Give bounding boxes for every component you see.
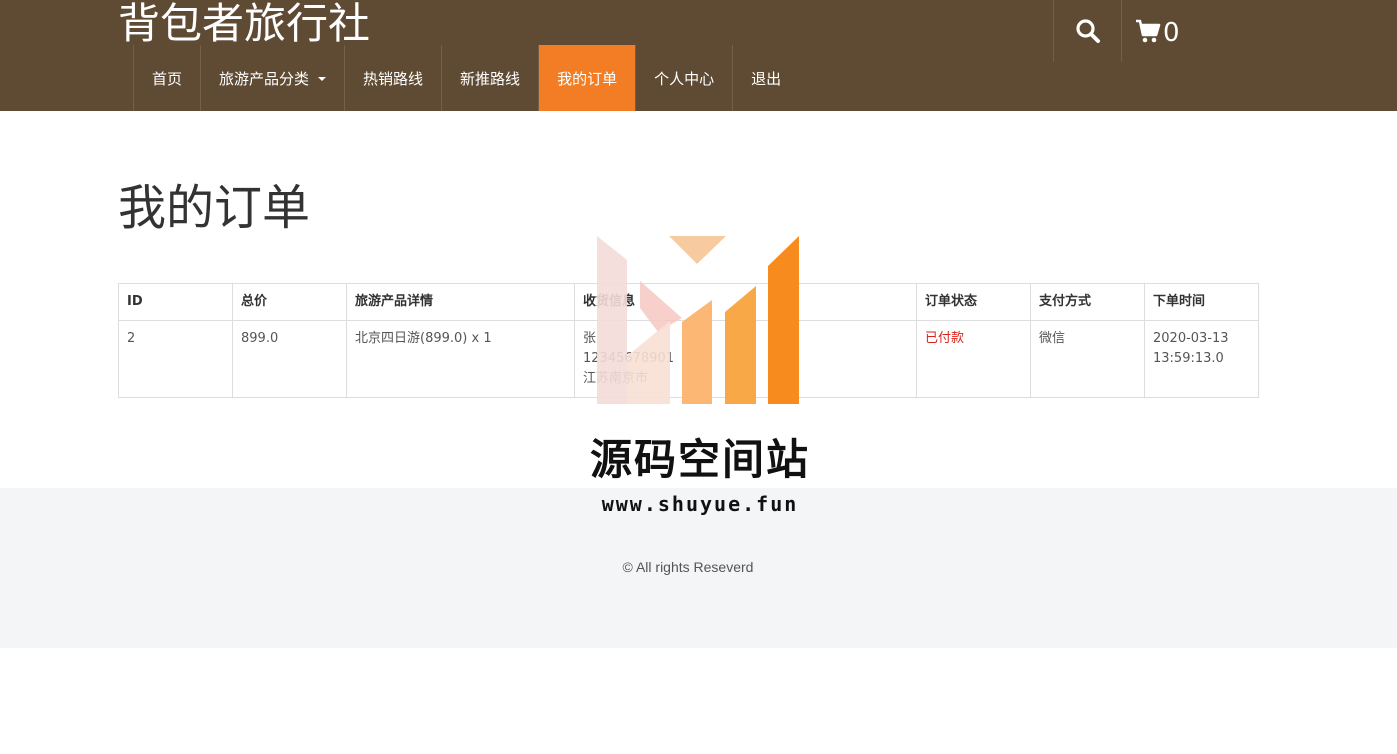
search-button[interactable] <box>1053 0 1121 62</box>
cart-button[interactable]: 0 <box>1121 0 1205 62</box>
receiver-phone: 12345678901 <box>583 351 674 366</box>
col-header-product: 旅游产品详情 <box>346 283 575 321</box>
order-clock: 13:59:13.0 <box>1153 351 1224 366</box>
page-footer: © All rights Reseverd <box>0 488 1397 648</box>
col-header-status: 订单状态 <box>916 283 1031 321</box>
nav-new-routes[interactable]: 新推路线 <box>441 45 538 111</box>
nav-logout[interactable]: 退出 <box>732 45 799 111</box>
nav-label: 首页 <box>152 69 183 88</box>
nav-label: 新推路线 <box>460 69 521 88</box>
order-product: 北京四日游(899.0) x 1 <box>346 320 575 398</box>
search-icon <box>1075 19 1100 43</box>
nav-label: 个人中心 <box>654 69 715 88</box>
top-header: 背包者旅行社 0 首页 旅游产品分类 热销路线 新推路线 我的订单 个人中心 退… <box>0 0 1397 111</box>
order-date: 2020-03-13 <box>1153 331 1229 346</box>
receiver-name: 张 <box>583 331 597 346</box>
shopping-cart-icon <box>1136 19 1161 43</box>
receiver-address: 江苏南京市 <box>583 371 649 386</box>
table-row: 2 899.0 北京四日游(899.0) x 1 张 12345678901 江… <box>118 320 1259 398</box>
order-receiver: 张 12345678901 江苏南京市 <box>574 320 917 398</box>
nav-home[interactable]: 首页 <box>133 45 200 111</box>
table-header-row: ID 总价 旅游产品详情 收货信息 订单状态 支付方式 下单时间 <box>118 283 1259 321</box>
order-payment: 微信 <box>1030 320 1145 398</box>
order-time: 2020-03-13 13:59:13.0 <box>1144 320 1259 398</box>
col-header-receiver: 收货信息 <box>574 283 917 321</box>
header-tools: 0 <box>1053 0 1205 62</box>
cart-count: 0 <box>1163 18 1180 48</box>
watermark-text: 源码空间站 <box>589 435 810 484</box>
order-id: 2 <box>118 320 233 398</box>
orders-table: ID 总价 旅游产品详情 收货信息 订单状态 支付方式 下单时间 2 899.0… <box>118 283 1259 398</box>
col-header-total: 总价 <box>232 283 347 321</box>
nav-label: 旅游产品分类 <box>219 69 310 88</box>
page-title: 我的订单 <box>118 180 311 236</box>
col-header-payment: 支付方式 <box>1030 283 1145 321</box>
copyright-text: © All rights Reseverd <box>622 559 754 575</box>
order-total: 899.0 <box>232 320 347 398</box>
nav-label: 热销路线 <box>363 69 424 88</box>
col-header-id: ID <box>118 283 233 321</box>
nav-my-orders[interactable]: 我的订单 <box>538 45 636 111</box>
caret-down-icon <box>318 77 327 81</box>
col-header-time: 下单时间 <box>1144 283 1259 321</box>
nav-product-category[interactable]: 旅游产品分类 <box>200 45 344 111</box>
nav-user-center[interactable]: 个人中心 <box>635 45 732 111</box>
nav-label: 退出 <box>751 69 782 88</box>
main-nav: 首页 旅游产品分类 热销路线 新推路线 我的订单 个人中心 退出 <box>133 45 799 111</box>
order-status: 已付款 <box>916 320 1031 398</box>
nav-hot-routes[interactable]: 热销路线 <box>344 45 441 111</box>
nav-label: 我的订单 <box>557 69 618 88</box>
